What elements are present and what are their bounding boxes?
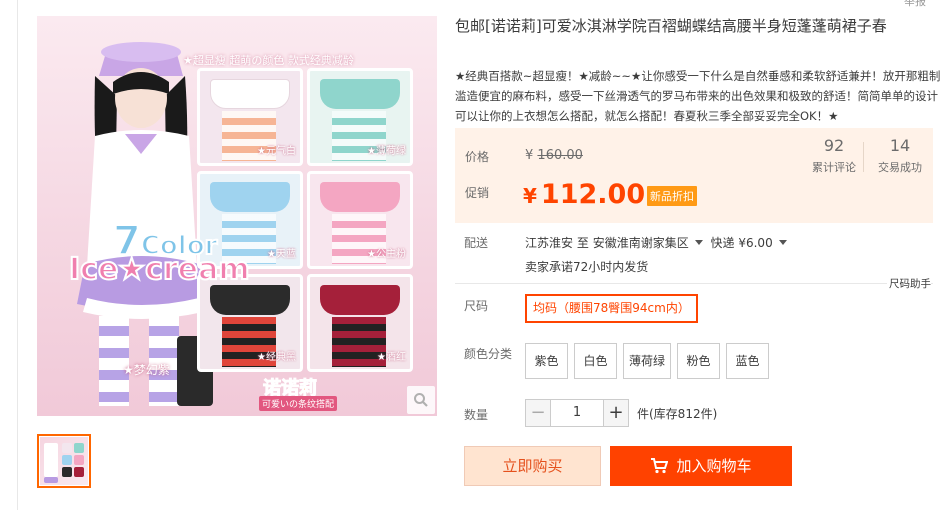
image-dream-label: ★梦幻紫 bbox=[123, 363, 170, 377]
panel-pink: ★公主粉 bbox=[307, 171, 413, 269]
image-headline: ★超显瘦 超萌の颜色 款式经典减龄 bbox=[183, 54, 354, 67]
panel-white: ★元气白 bbox=[197, 68, 303, 166]
section-divider bbox=[455, 283, 933, 284]
color-option-white[interactable]: 白色 bbox=[574, 343, 617, 379]
stock-info: 件(库存812件) bbox=[637, 407, 718, 421]
product-title: 包邮[诺诺莉]可爱冰淇淋学院百褶蝴蝶结高腰半身短蓬蓬萌裙子春 bbox=[455, 17, 887, 35]
sales-stat: 14 交易成功 bbox=[878, 136, 922, 174]
quantity-increase-button[interactable]: + bbox=[603, 399, 629, 427]
color-option-mint[interactable]: 薄荷绿 bbox=[623, 343, 671, 379]
reviews-stat[interactable]: 92 累计评论 bbox=[807, 136, 861, 175]
left-border bbox=[17, 0, 18, 510]
price-panel: 价格 ¥ 160.00 促销 ¥112.00 新品折扣 92 累计评论 14 交… bbox=[455, 128, 933, 223]
quantity-input[interactable]: 1 bbox=[551, 399, 603, 427]
panel-mint: ★薄荷绿 bbox=[307, 68, 413, 166]
price-label: 价格 bbox=[465, 150, 490, 164]
size-option-selected[interactable]: 均码（腰围78臀围94cm内） bbox=[525, 294, 698, 323]
color-category-label: 颜色分类 bbox=[464, 347, 513, 361]
image-ice-cream-title: Ice★cream bbox=[68, 251, 251, 288]
image-thumbnail[interactable] bbox=[37, 434, 91, 488]
original-price: ¥ 160.00 bbox=[525, 148, 583, 163]
magnifier-icon[interactable] bbox=[407, 386, 435, 414]
ship-to-word: 至 bbox=[576, 236, 589, 250]
size-helper-link[interactable]: 尺码助手 bbox=[887, 276, 931, 291]
ship-from: 江苏淮安 bbox=[525, 236, 574, 250]
ship-destination[interactable]: 安徽淮南谢家集区 bbox=[593, 236, 689, 250]
panel-wine: ★酒红 bbox=[307, 274, 413, 372]
quantity-decrease-button[interactable]: − bbox=[525, 399, 551, 427]
brand-logo: 诺诺莉 可爱いの条纹搭配 bbox=[259, 374, 371, 414]
promo-label: 促销 bbox=[465, 186, 490, 200]
ship-method[interactable]: 快递 ¥6.00 bbox=[711, 236, 773, 250]
color-option-purple[interactable]: 紫色 bbox=[525, 343, 568, 379]
cart-icon bbox=[651, 458, 669, 474]
product-subtitle: ★经典百搭款~超显瘦！★减龄~~★让你感受一下什么是自然垂感和柔软舒适兼并！放开… bbox=[455, 69, 941, 123]
size-label: 尺码 bbox=[464, 299, 489, 313]
add-to-cart-button[interactable]: 加入购物车 bbox=[610, 446, 792, 486]
promo-tag: 新品折扣 bbox=[647, 186, 697, 206]
stat-divider bbox=[863, 142, 864, 172]
chevron-down-icon[interactable] bbox=[694, 240, 703, 245]
report-link[interactable]: 举报 bbox=[904, 0, 926, 9]
promo-price: ¥112.00 bbox=[523, 179, 646, 210]
chevron-down-icon[interactable] bbox=[778, 240, 787, 245]
panel-black: ★经典黑 bbox=[197, 274, 303, 372]
shipping-label: 配送 bbox=[464, 236, 489, 250]
quantity-stepper: − 1 + bbox=[525, 399, 629, 427]
main-product-image[interactable]: ★超显瘦 超萌の颜色 款式经典减龄 ★元气白 ★薄荷绿 ★天蓝 ★公主粉 ★经典… bbox=[37, 16, 437, 416]
color-option-blue[interactable]: 蓝色 bbox=[726, 343, 769, 379]
shipping-info: 江苏淮安 至 安徽淮南谢家集区 快递 ¥6.00 bbox=[525, 234, 791, 251]
color-option-pink[interactable]: 粉色 bbox=[677, 343, 720, 379]
buy-now-button[interactable]: 立即购买 bbox=[464, 446, 601, 486]
quantity-label: 数量 bbox=[464, 408, 489, 422]
delivery-promise: 卖家承诺72小时内发货 bbox=[525, 260, 649, 274]
